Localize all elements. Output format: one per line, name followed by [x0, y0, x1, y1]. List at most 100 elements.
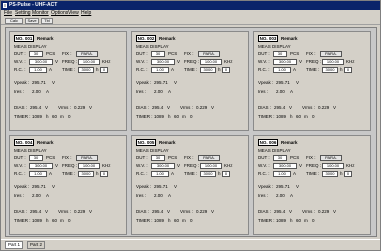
- wv-input[interactable]: 300.00: [273, 163, 297, 169]
- wv-row: W.V. : 300.00 V FREQ : 100.00 KHz: [258, 59, 370, 65]
- rc-unit: A: [49, 67, 53, 72]
- measurement-panel-2: NO. 002 Remark MEAS DISPLAY DUT : 30 PCS…: [131, 31, 249, 131]
- fix-select[interactable]: PARA.: [320, 51, 342, 57]
- panel-number: NO. 005: [136, 139, 156, 146]
- dias-unit: V: [167, 105, 171, 110]
- wv-input[interactable]: 300.00: [29, 59, 53, 65]
- timer-value: 1089: [32, 218, 43, 223]
- wv-unit: V: [55, 59, 59, 64]
- dut-input[interactable]: 30: [151, 155, 165, 161]
- menu-view[interactable]: View: [68, 10, 79, 17]
- freq-unit: KHz: [346, 163, 355, 168]
- vpeak-label: Vpeak :: [258, 80, 274, 85]
- time-minute-input[interactable]: 0: [100, 171, 108, 177]
- dut-input[interactable]: 30: [29, 155, 43, 161]
- time-input[interactable]: 3000: [200, 171, 216, 177]
- menu-help[interactable]: Help: [81, 10, 91, 17]
- time-input[interactable]: 3000: [78, 171, 94, 177]
- fix-select[interactable]: PARA.: [76, 155, 98, 161]
- freq-unit: KHz: [224, 59, 233, 64]
- rc-input[interactable]: 1.00: [273, 67, 291, 73]
- dias-unit: V: [289, 209, 293, 214]
- time-label: TIME :: [62, 67, 76, 72]
- vrms-value: 0.229: [196, 209, 208, 214]
- section-title: MEAS DISPLAY: [136, 44, 169, 49]
- panel-remark: Remark: [159, 140, 176, 145]
- vpeak-unit: V: [296, 184, 300, 189]
- tab-part-2[interactable]: Part 2: [27, 241, 46, 249]
- timer-seconds: 0: [312, 218, 315, 223]
- freq-input[interactable]: 100.00: [200, 59, 222, 65]
- wv-input[interactable]: 300.00: [29, 163, 53, 169]
- time-minute-input[interactable]: 0: [222, 67, 230, 73]
- timer-minute-unit: m: [182, 218, 186, 223]
- time-minute-input[interactable]: 0: [344, 67, 352, 73]
- time-input[interactable]: 3000: [200, 67, 216, 73]
- fix-select[interactable]: PARA.: [76, 51, 98, 57]
- rc-input[interactable]: 1.00: [29, 171, 47, 177]
- dut-row: DUT : 30 PCS FIX : PARA.: [258, 51, 370, 57]
- ires-value: 2.00: [32, 89, 41, 94]
- rc-input[interactable]: 1.00: [151, 67, 169, 73]
- menu-setting[interactable]: Setting: [15, 10, 31, 17]
- dut-row: DUT : 30 PCS FIX : PARA.: [258, 155, 370, 161]
- menu-file[interactable]: File: [4, 10, 12, 17]
- fix-select[interactable]: PARA.: [198, 155, 220, 161]
- wv-label: W.V. :: [136, 59, 148, 64]
- freq-input[interactable]: 100.00: [322, 59, 344, 65]
- wv-row: W.V. : 300.00 V FREQ : 100.00 KHz: [258, 163, 370, 169]
- fix-label: FIX :: [306, 51, 316, 56]
- wv-unit: V: [177, 59, 181, 64]
- wv-input[interactable]: 300.00: [151, 59, 175, 65]
- panel-number: NO. 003: [258, 35, 278, 42]
- rc-unit: A: [171, 171, 175, 176]
- dut-row: DUT : 30 PCS FIX : PARA.: [14, 51, 126, 57]
- freq-input[interactable]: 100.00: [78, 163, 100, 169]
- rc-input[interactable]: 1.00: [29, 67, 47, 73]
- time-input[interactable]: 3000: [322, 171, 338, 177]
- time-minute-input[interactable]: 0: [100, 67, 108, 73]
- vpeak-value: 295.71: [276, 80, 290, 85]
- dias-label: DIAS :: [14, 105, 28, 110]
- menu-monitor[interactable]: Monitor: [32, 10, 49, 17]
- freq-label: FREQ :: [184, 59, 200, 64]
- dut-input[interactable]: 30: [273, 51, 287, 57]
- toolbar-table-button[interactable]: Tbl: [41, 18, 53, 24]
- dias-unit: V: [167, 209, 171, 214]
- ires-label: Ires :: [14, 193, 25, 198]
- vrms-label: Vrms :: [302, 209, 315, 214]
- dut-input[interactable]: 30: [151, 51, 165, 57]
- time-minute-input[interactable]: 0: [222, 171, 230, 177]
- freq-input[interactable]: 100.00: [78, 59, 100, 65]
- fix-select[interactable]: PARA.: [198, 51, 220, 57]
- vrms-label: Vrms :: [180, 209, 193, 214]
- freq-input[interactable]: 100.00: [322, 163, 344, 169]
- dias-value: 295.4: [274, 209, 286, 214]
- toolbar-save-button[interactable]: Save: [25, 18, 39, 24]
- freq-input[interactable]: 100.00: [200, 163, 222, 169]
- rc-input[interactable]: 1.00: [151, 171, 169, 177]
- dut-input[interactable]: 30: [273, 155, 287, 161]
- toolbar-calc-button[interactable]: Calc: [5, 18, 23, 24]
- menu-options[interactable]: Options: [51, 10, 68, 17]
- wv-row: W.V. : 300.00 V FREQ : 100.00 KHz: [136, 163, 248, 169]
- time-input[interactable]: 3000: [78, 67, 94, 73]
- wv-input[interactable]: 300.00: [151, 163, 175, 169]
- rc-unit: A: [171, 67, 175, 72]
- wv-input[interactable]: 300.00: [273, 59, 297, 65]
- timer-minutes: 60: [52, 114, 58, 119]
- ires-label: Ires :: [14, 89, 25, 94]
- vrms-value: 0.229: [74, 209, 86, 214]
- rc-unit: A: [293, 171, 297, 176]
- freq-label: FREQ :: [306, 163, 322, 168]
- timer-value: 1089: [32, 114, 43, 119]
- time-input[interactable]: 3000: [322, 67, 338, 73]
- time-minute-input[interactable]: 0: [344, 171, 352, 177]
- tab-part-1[interactable]: Part 1: [5, 241, 24, 249]
- time-label: TIME :: [306, 171, 320, 176]
- rc-input[interactable]: 1.00: [273, 171, 291, 177]
- vrms-unit: V: [89, 105, 93, 110]
- dut-input[interactable]: 30: [29, 51, 43, 57]
- ires-label: Ires :: [136, 193, 147, 198]
- fix-select[interactable]: PARA.: [320, 155, 342, 161]
